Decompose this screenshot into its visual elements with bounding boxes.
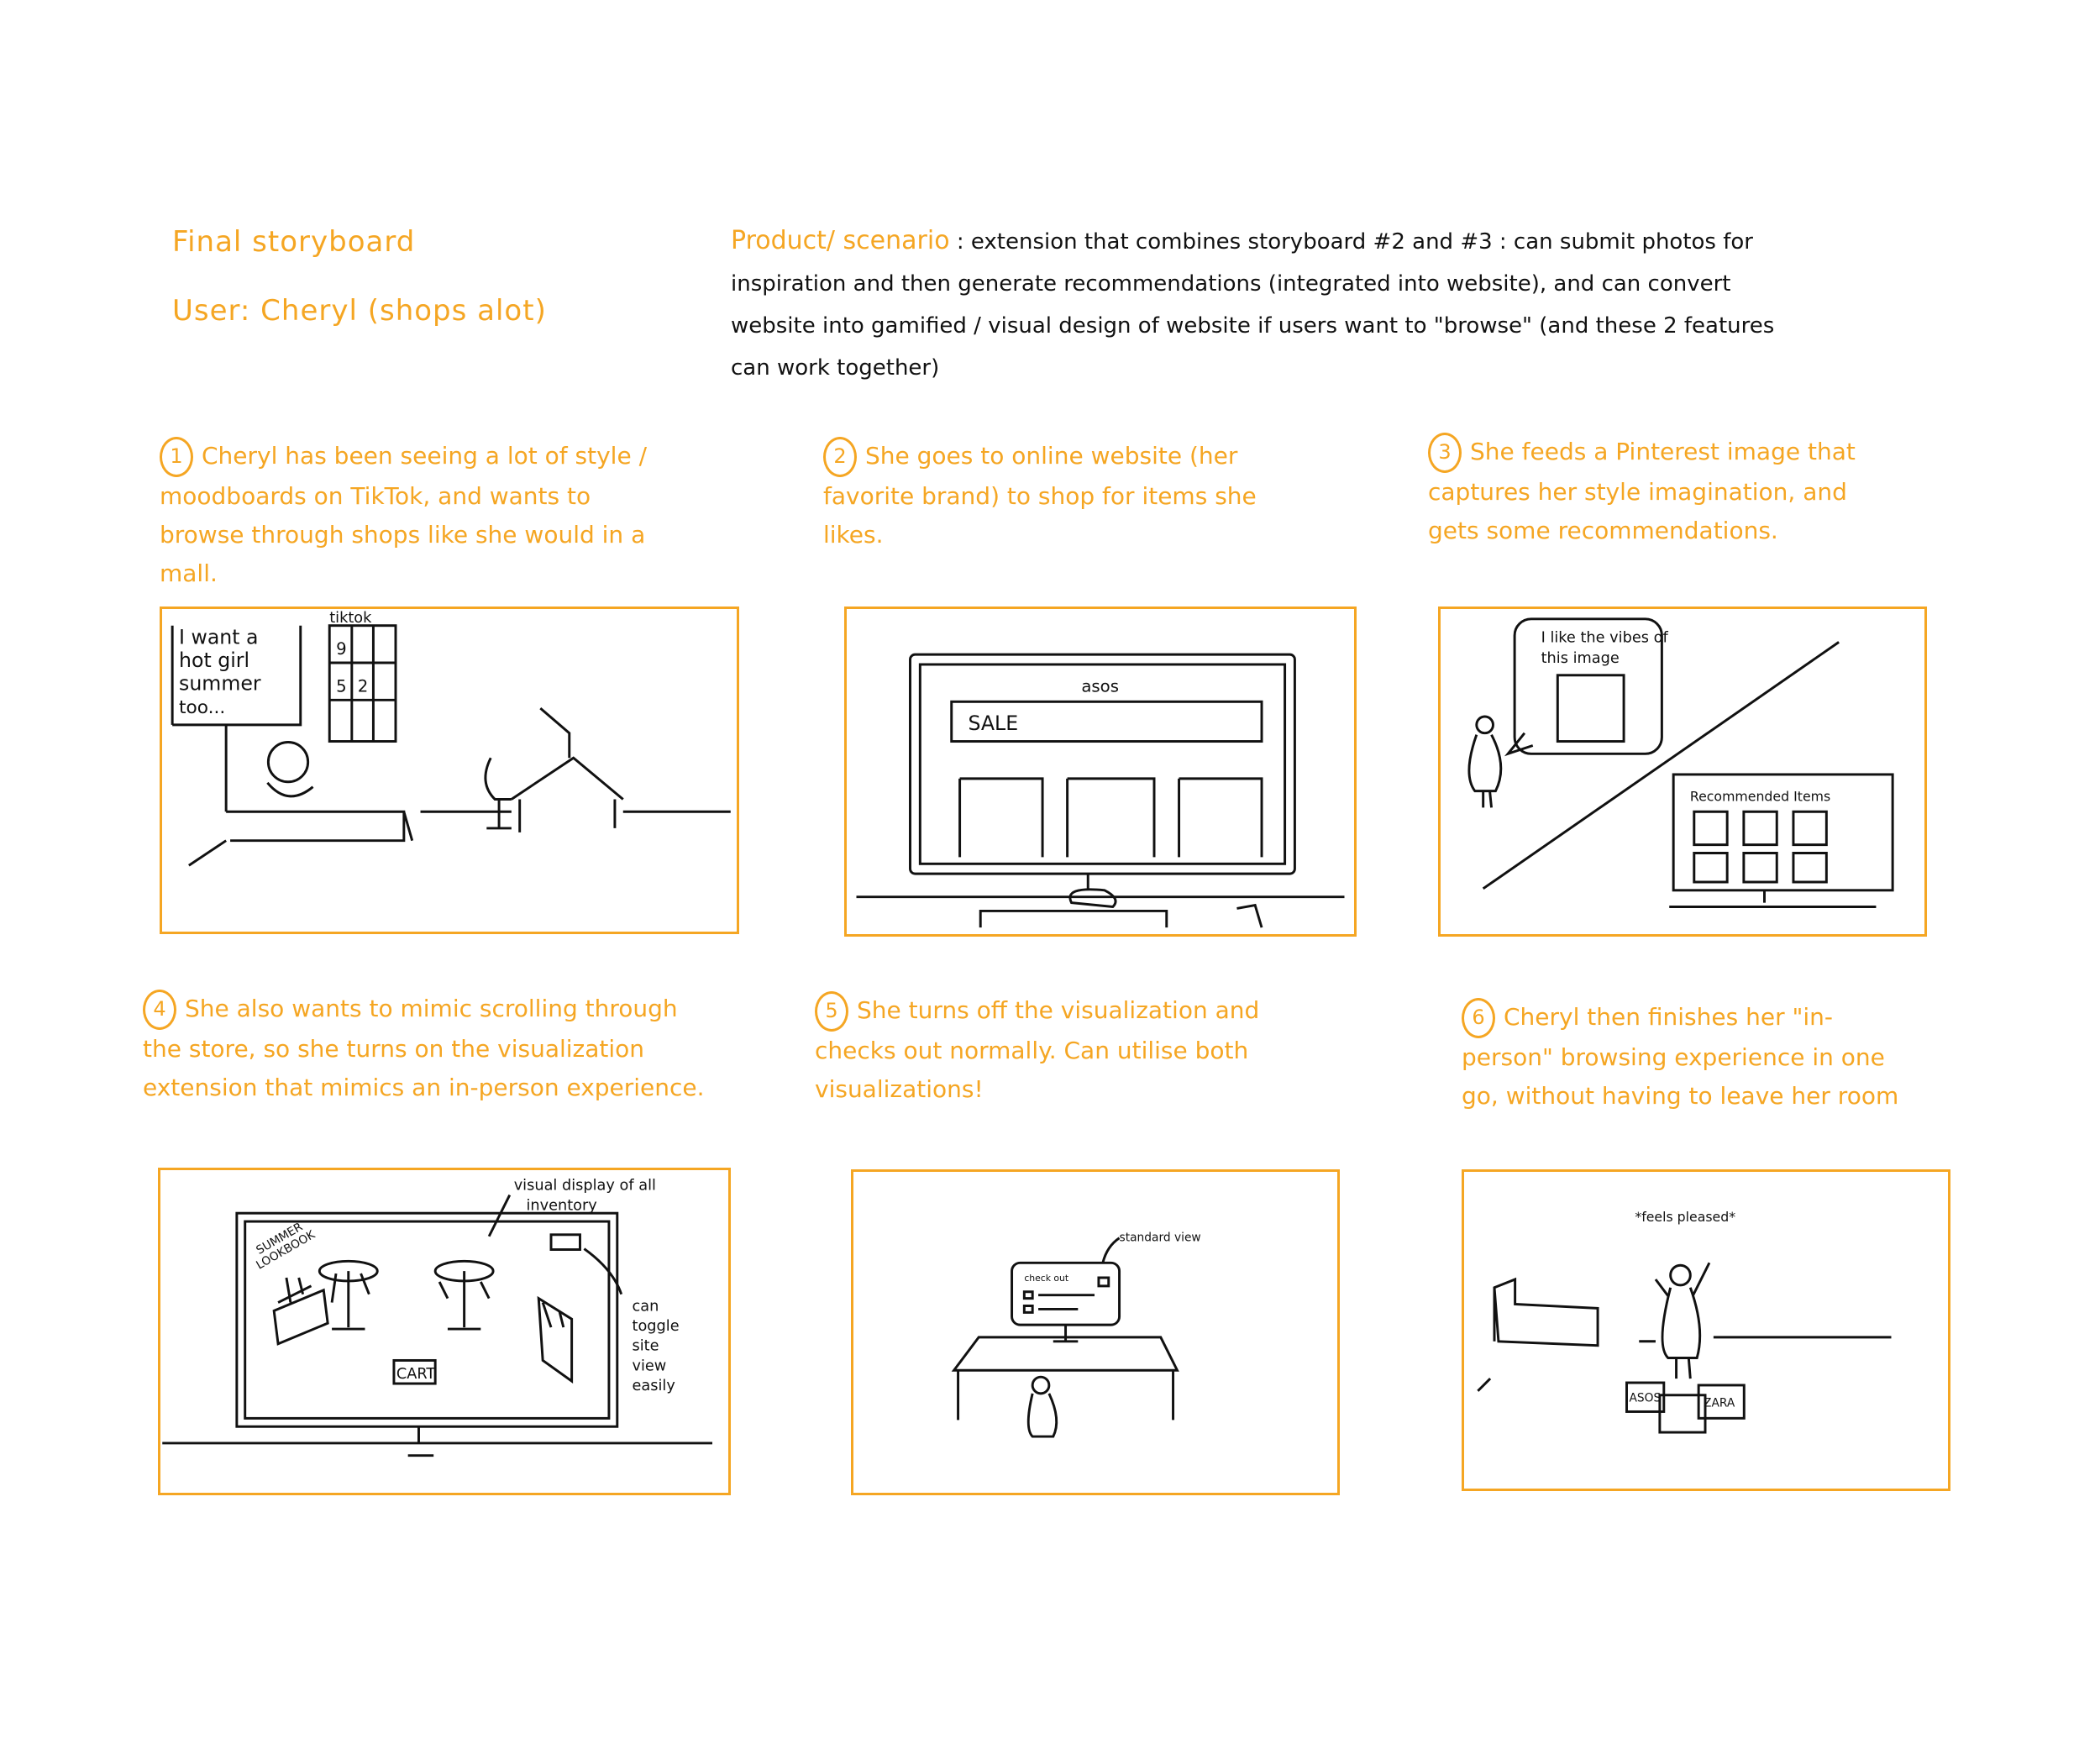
panel-5-checkout: standard view check out — [851, 1169, 1340, 1495]
clothing-rack-icon — [272, 1277, 329, 1346]
panel-3-recommendation: I like the vibes of this image Recommend… — [1438, 607, 1927, 937]
bag-label: ASOS — [1629, 1392, 1661, 1405]
recommended-items-title: Recommended Items — [1690, 788, 1830, 804]
step-4-caption: 4 She also wants to mimic scrolling throu… — [143, 990, 714, 1107]
site-name: asos — [1081, 676, 1119, 696]
checkout-screen-title: check out — [1024, 1273, 1068, 1284]
callout-label: standard view — [1120, 1231, 1201, 1245]
step-5-caption: 5 She turns off the visualization and che… — [815, 991, 1319, 1109]
cart-label: CART — [396, 1366, 436, 1383]
grid-number: 9 — [336, 639, 347, 659]
step-text: She feeds a Pinterest image that capture… — [1428, 438, 1856, 544]
panel-1-sketch: I want a hot girl summer too... tiktok 9… — [171, 610, 731, 867]
sale-label: SALE — [968, 712, 1018, 735]
step-6-caption: 6 Cheryl then finishes her "in-person" br… — [1462, 998, 1915, 1116]
callout-line: view — [633, 1358, 667, 1374]
user-label: User: Cheryl (shops alot) — [172, 294, 547, 328]
monitor-stand — [1068, 874, 1117, 909]
callout-line: toggle — [633, 1318, 680, 1335]
callout-line: inventory — [526, 1197, 596, 1214]
panel-6-sketch: *feels pleased* ASOS ZARA — [1477, 1209, 1892, 1434]
speech-line: this image — [1541, 650, 1620, 667]
step-text: Cheryl has been seeing a lot of style / … — [160, 442, 648, 587]
callout-arrow — [487, 1194, 512, 1237]
tiktok-label: tiktok — [329, 610, 372, 627]
bag-label: ZARA — [1704, 1397, 1735, 1410]
panel-4-visualization: visual display of all inventory SUMMER L… — [158, 1168, 731, 1495]
step-number: 1 — [160, 437, 193, 477]
desk-line — [1669, 890, 1877, 908]
feels-pleased-caption: *feels pleased* — [1635, 1209, 1735, 1225]
step-number: 3 — [1428, 433, 1462, 473]
person-head-icon — [1475, 715, 1494, 735]
step-text: Cheryl then finishes her "in-person" bro… — [1462, 1003, 1899, 1110]
pinterest-image-icon — [1556, 674, 1625, 743]
step-number: 5 — [815, 991, 848, 1032]
chair-icon — [484, 757, 512, 830]
step-text: She turns off the visualization and chec… — [815, 996, 1260, 1103]
keyboard-icon — [979, 909, 1168, 928]
panel-4-sketch: visual display of all inventory SUMMER L… — [162, 1178, 713, 1457]
step-text: She also wants to mimic scrolling throug… — [143, 995, 705, 1101]
floor-line — [188, 839, 227, 867]
callout-line: easily — [633, 1378, 675, 1394]
grid-number: 5 — [336, 676, 347, 696]
callout-arrow — [583, 1247, 623, 1295]
panel-6-pleased: *feels pleased* ASOS ZARA — [1462, 1169, 1950, 1491]
toggle-switch[interactable] — [549, 1233, 581, 1251]
person-head-icon — [1669, 1263, 1692, 1287]
speech-line: I want a — [179, 625, 259, 649]
speech-tail — [1504, 732, 1534, 757]
monitor-screen — [244, 1220, 611, 1420]
step-1-caption: 1 Cheryl has been seeing a lot of style /… — [160, 437, 680, 593]
monitor-icon — [539, 707, 571, 759]
step-3-caption: 3 She feeds a Pinterest image that captur… — [1428, 433, 1898, 550]
monitor-stand — [1053, 1325, 1079, 1343]
person-body-icon — [266, 781, 314, 798]
speech-line: summer — [179, 671, 261, 695]
person-body-icon — [1026, 1393, 1058, 1438]
product-tiles — [958, 777, 1263, 858]
scenario-description: Product/ scenario : extension that combi… — [731, 220, 1789, 389]
panel-1-bedroom: I want a hot girl summer too... tiktok 9… — [160, 607, 739, 934]
callout-line: visual display of all — [514, 1178, 656, 1195]
desk-icon — [951, 1336, 1179, 1421]
speech-line: hot girl — [179, 649, 249, 672]
speech-line: too... — [179, 697, 225, 718]
callout-line: can — [633, 1298, 659, 1315]
panel-2-website: asos SALE — [844, 607, 1357, 937]
callout-line: site — [633, 1338, 659, 1355]
step-number: 4 — [143, 990, 176, 1030]
person-body-icon — [1654, 1262, 1711, 1379]
scenario-label: Product/ scenario — [731, 226, 950, 255]
person-body-icon — [1467, 733, 1503, 808]
panel-5-sketch: standard view check out — [951, 1231, 1201, 1438]
step-2-caption: 2 She goes to online website (her favorit… — [823, 437, 1294, 554]
grid-number: 2 — [358, 676, 369, 696]
storyboard-title: Final storyboard — [172, 225, 416, 259]
step-number: 6 — [1462, 998, 1495, 1038]
person-head-icon — [1031, 1375, 1051, 1395]
panel-2-sketch: asos SALE — [856, 653, 1345, 928]
panel-3-sketch: I like the vibes of this image Recommend… — [1467, 617, 1894, 908]
callout-arrow — [1101, 1237, 1121, 1263]
speech-line: I like the vibes of — [1541, 629, 1669, 646]
recommended-tiles — [1693, 810, 1828, 884]
clothing-rack-icon — [537, 1295, 574, 1384]
mouse-icon — [1236, 903, 1263, 928]
step-number: 2 — [823, 437, 857, 477]
desk-icon — [511, 756, 624, 832]
bed-icon — [1493, 1277, 1599, 1347]
step-text: She goes to online website (her favorite… — [823, 442, 1257, 549]
person-head-icon — [266, 741, 310, 784]
desk-line — [162, 1426, 713, 1457]
